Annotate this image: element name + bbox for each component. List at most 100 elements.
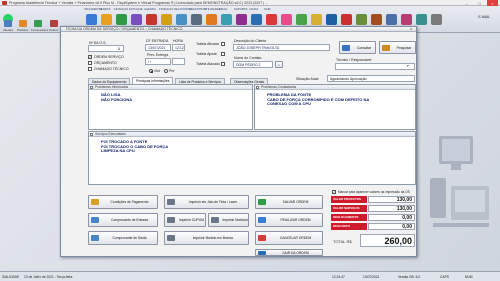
ordens-icon[interactable] (50, 20, 58, 27)
toolbar-menu-7[interactable]: CADASTROS (189, 7, 206, 13)
email-label[interactable]: E-MAIL (478, 15, 490, 19)
toolbar-menu-6[interactable]: RELATÓRIOS (174, 7, 192, 13)
toolbar-menu-2[interactable]: FINANÇAS (114, 7, 130, 13)
quick-fornecedores-label[interactable]: Fornecedores (31, 28, 48, 32)
panel-toggle-icon[interactable] (90, 86, 93, 89)
contact-lookup-button[interactable]: ⌕ (275, 61, 283, 68)
toolbar-menu-4[interactable]: AGENDA (144, 7, 160, 13)
discount-value[interactable]: 0,00 (368, 223, 415, 230)
toolbar-menu-10[interactable]: SUPORTE (234, 7, 250, 13)
save-order-button[interactable]: SALVAR ORDEM (255, 195, 323, 209)
toolbar-menu-9[interactable]: EMAIL (219, 7, 235, 13)
tools-icon[interactable] (371, 14, 382, 25)
chart-icon[interactable] (416, 14, 427, 25)
utilidades-icon[interactable] (206, 14, 217, 25)
relatorios-icon[interactable] (176, 14, 187, 25)
cancel-order-button[interactable]: CANCELAR ORDEM (255, 231, 323, 245)
produtos-icon[interactable] (19, 20, 27, 27)
delivery-hour-field[interactable] (172, 58, 185, 65)
backup-icon[interactable] (386, 14, 397, 25)
check-ordem-servico[interactable]: ✓ (88, 55, 92, 59)
monitor-icon[interactable] (326, 14, 337, 25)
problems-found-text[interactable]: PROBLEMA DA FONTE CABO DE FORÇA CORROMPI… (255, 90, 415, 110)
dialog-close-icon[interactable]: x (407, 27, 415, 32)
check-ordem-servico-label: ORDEM SERVIÇO (94, 55, 124, 59)
toolbar-menu-11[interactable]: AJUDA (249, 7, 265, 13)
hour-field[interactable]: 12:12 (172, 44, 185, 51)
contact-label: Nome do Contato (234, 56, 262, 60)
print-blank-button[interactable]: Imprimir Modelo em Branco (164, 231, 249, 245)
contact-field[interactable]: DOM PEDRO 2 (233, 61, 273, 68)
search-button-label: Pesquisar (396, 45, 412, 50)
money-icon[interactable] (161, 14, 172, 25)
fornecedores-icon[interactable] (34, 20, 42, 27)
os-number-field[interactable]: 1 (88, 45, 124, 52)
notes-icon[interactable] (311, 14, 322, 25)
status-num: NUM (465, 275, 473, 279)
toolbar-menu-0[interactable]: ORÇAMENTO (84, 7, 102, 13)
print-coupon-button[interactable]: Imprimir CUPOM (164, 213, 206, 227)
situation-label: Situação Atual (296, 77, 319, 81)
table-active-check[interactable] (221, 42, 225, 46)
services-executed-text[interactable]: FOI TROCADO A FONTE FOI TROCADO O CABO D… (89, 137, 415, 157)
panel-toggle-icon[interactable] (90, 133, 93, 136)
toolbar-menu-3[interactable]: ESTOQUE (129, 7, 145, 13)
quick-clientes-label[interactable]: Clientes (3, 28, 13, 32)
discount-label: DESCONTO (331, 223, 367, 230)
print-dotmatrix-button[interactable]: Imprimir Matricial (208, 213, 249, 227)
printer-icon (167, 235, 175, 241)
quick-produtos-label[interactable]: Produtos (17, 28, 28, 32)
suporte-icon[interactable] (236, 14, 247, 25)
consult-button[interactable]: Consultar (339, 41, 376, 54)
status-date: 13 de Julho de 2021 - Terça-feira (24, 275, 73, 279)
power-icon[interactable] (341, 14, 352, 25)
help-icon[interactable] (251, 14, 262, 25)
search-button[interactable]: Pesquisar (379, 41, 416, 54)
situation-select[interactable]: Aguardando Aprovação (327, 75, 415, 82)
estoque-icon[interactable] (131, 14, 142, 25)
client-field[interactable]: JOÃO JOSEPH TRAVOLTA (233, 44, 330, 51)
exit-icon[interactable] (266, 14, 277, 25)
delivery-field[interactable]: / / (145, 58, 171, 65)
exit-order-button[interactable]: SAIR DA ORDEM (255, 249, 323, 256)
financas-icon[interactable] (116, 14, 127, 25)
panel-toggle-icon[interactable] (256, 86, 259, 89)
lock-icon[interactable] (431, 14, 442, 25)
chevron-down-icon[interactable]: ▾ (407, 64, 409, 68)
toolbar-menu-12[interactable]: SAIR (264, 7, 280, 13)
payment-conditions-button[interactable]: Condições de Pagamento (88, 195, 158, 209)
travel-total-value[interactable]: 0,00 (368, 214, 415, 221)
radio-prazo[interactable] (164, 69, 168, 73)
exit-receipt-button[interactable]: Comprovante de Saída (88, 231, 158, 245)
quick-ordens-label[interactable]: Ordens (49, 28, 58, 32)
status-time: 12:24:47 (332, 275, 345, 279)
problems-informed-text[interactable]: NÃO LIGA NÃO FUNCIONA (89, 90, 252, 105)
cadastros-icon[interactable] (191, 14, 202, 25)
table-adjust-check[interactable] (221, 52, 225, 56)
table-wholesale-check[interactable] (221, 62, 225, 66)
radio-vista[interactable] (149, 69, 153, 73)
settings-icon[interactable] (356, 14, 367, 25)
print-inkjet-button[interactable]: Imprimir em Jato de Tinta / Laser (164, 195, 249, 209)
status-version: Versão DB: 6.0 (398, 275, 421, 279)
technician-select[interactable] (335, 63, 415, 70)
check-chamado-tecnico[interactable] (88, 67, 92, 71)
calendar-icon[interactable] (296, 14, 307, 25)
agenda-icon[interactable] (146, 14, 157, 25)
entry-receipt-button[interactable]: Comprovante de Entrada (88, 213, 158, 227)
tab-main-info[interactable]: Principais Informações (132, 77, 174, 84)
phone-icon[interactable] (281, 14, 292, 25)
vendas-icon[interactable] (101, 14, 112, 25)
clientes-icon[interactable] (4, 20, 12, 27)
email-icon[interactable] (221, 14, 232, 25)
toolbar-menu-1[interactable]: VENDAS (99, 7, 115, 13)
toolbar-menu-5[interactable]: FINANÇAS (159, 7, 175, 13)
orcamento-icon[interactable] (86, 14, 97, 25)
finish-order-button[interactable]: FINALIZAR ORDEM (255, 213, 323, 227)
print-values-check[interactable]: ✓ (332, 190, 336, 194)
toolbar-menu-8[interactable]: UTILIDADES (204, 7, 220, 13)
check-orcamento[interactable] (88, 61, 92, 65)
entry-date-field[interactable]: 13/07/2021 (145, 44, 171, 51)
flag-icon (258, 217, 266, 223)
users-icon[interactable] (401, 14, 412, 25)
